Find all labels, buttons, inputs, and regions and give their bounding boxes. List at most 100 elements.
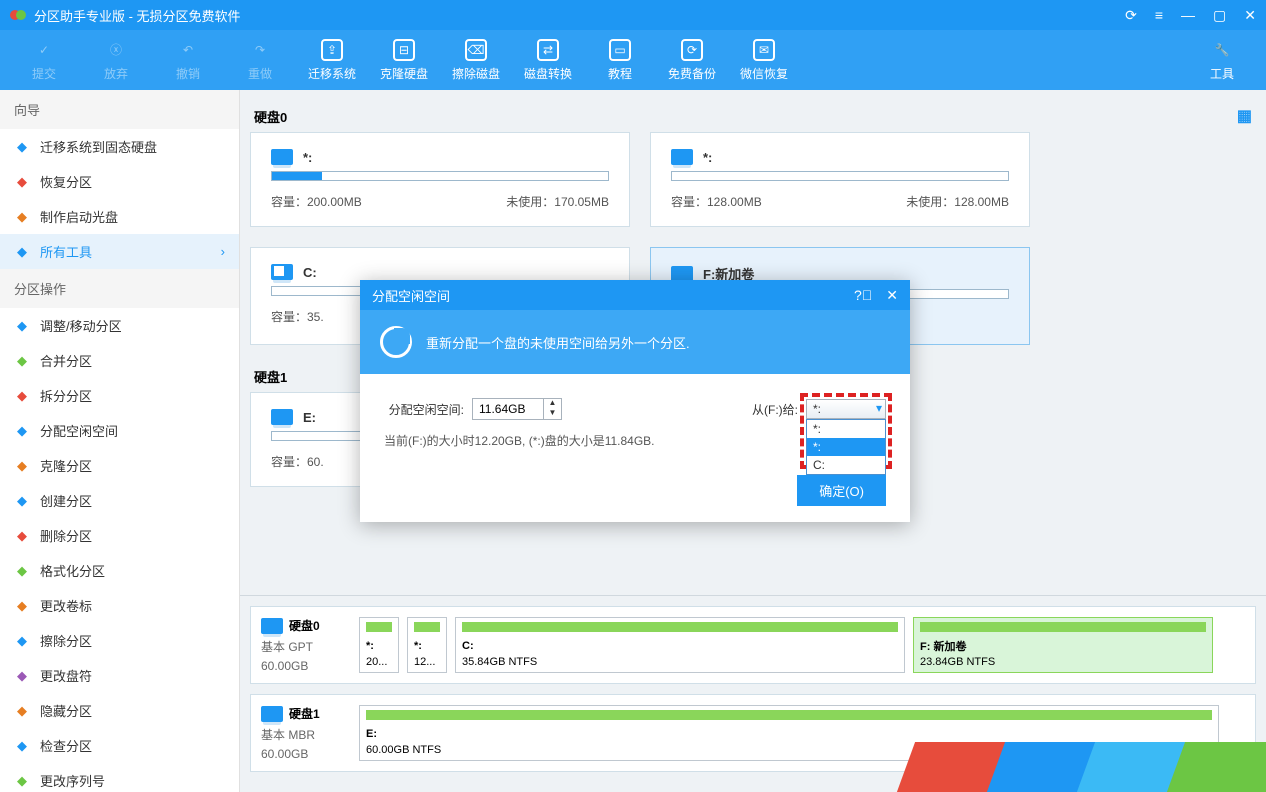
sidebar-item-恢复分区[interactable]: ◆恢复分区 [0,164,239,199]
disk-icon [271,264,293,280]
usage-bar [671,171,1009,181]
sidebar-item-更改盘符[interactable]: ◆更改盘符 [0,658,239,693]
toolbar-克隆硬盘[interactable]: ⊟克隆硬盘 [368,34,440,86]
partition-card-*:[interactable]: *:容量：128.00MB未使用：128.00MB [650,132,1030,227]
sidebar-icon: ◆ [14,528,30,544]
partition-card-*:[interactable]: *:容量：200.00MB未使用：170.05MB [250,132,630,227]
sidebar-item-所有工具[interactable]: ◆所有工具› [0,234,239,269]
menu-icon[interactable]: ≡ [1155,7,1163,24]
sidebar-item-检查分区[interactable]: ◆检查分区 [0,728,239,763]
target-partition-select[interactable]: *: *:*:C: [806,399,886,419]
toolbar-icon: ⇪ [321,39,343,61]
track-segment-*:[interactable]: *:12... [407,617,447,673]
toolbar-擦除磁盘[interactable]: ⌫擦除磁盘 [440,34,512,86]
sidebar-item-创建分区[interactable]: ◆创建分区 [0,483,239,518]
app-logo-icon [10,7,26,23]
sidebar-icon: ◆ [14,174,30,190]
allocate-size-label: 分配空闲空间: [384,401,464,418]
dialog-close-icon[interactable]: ✕ [886,287,898,304]
target-partition-options: *:*:C: [806,419,886,475]
disk0-header: 硬盘0 ▦ [250,100,1256,132]
toolbar-提交: ✓提交 [8,34,80,86]
sidebar-item-分配空闲空间[interactable]: ◆分配空闲空间 [0,413,239,448]
sidebar-item-调整/移动分区[interactable]: ◆调整/移动分区 [0,308,239,343]
disk-icon [271,409,293,425]
toolbar-免费备份[interactable]: ⟳免费备份 [656,34,728,86]
dialog-help-icon[interactable]: ?⃝ [854,287,872,304]
pie-chart-icon [380,326,412,358]
sidebar-item-迁移系统到固态硬盘[interactable]: ◆迁移系统到固态硬盘 [0,129,239,164]
sidebar-icon: ◆ [14,493,30,509]
sidebar-icon: ◆ [14,353,30,369]
toolbar-icon: ▭ [609,39,631,61]
sidebar-item-擦除分区[interactable]: ◆擦除分区 [0,623,239,658]
toolbar-tools[interactable]: 🔧工具 [1186,34,1258,86]
minimize-icon[interactable]: — [1181,7,1195,24]
toolbar-迁移系统[interactable]: ⇪迁移系统 [296,34,368,86]
sidebar-icon: ◆ [14,318,30,334]
disk-icon [261,618,283,634]
corner-decoration [906,742,1266,792]
sidebar-item-隐藏分区[interactable]: ◆隐藏分区 [0,693,239,728]
sidebar-group-wizard: 向导 [0,90,239,129]
sidebar-icon: ◆ [14,458,30,474]
disk-icon [261,706,283,722]
toolbar-icon: ⇄ [537,39,559,61]
sidebar-icon: ◆ [14,668,30,684]
sidebar-item-格式化分区[interactable]: ◆格式化分区 [0,553,239,588]
option-C:[interactable]: C: [807,456,885,474]
sidebar-icon: ◆ [14,738,30,754]
sidebar-item-删除分区[interactable]: ◆删除分区 [0,518,239,553]
refresh-icon[interactable]: ⟳ [1125,7,1137,24]
toolbar-微信恢复[interactable]: ✉微信恢复 [728,34,800,86]
disk-track-硬盘0: 硬盘0基本 GPT60.00GB*:20...*:12...C:35.84GB … [250,606,1256,684]
disk-icon [271,149,293,165]
toolbar-icon: ↷ [249,39,271,61]
chevron-right-icon: › [221,244,225,259]
toolbar-icon: ⟳ [681,39,703,61]
allocate-free-space-dialog: 分配空闲空间 ?⃝ ✕ 重新分配一个盘的未使用空间给另外一个分区. 分配空闲空间… [360,280,910,522]
sidebar-icon: ◆ [14,703,30,719]
wrench-icon: 🔧 [1211,39,1233,61]
toolbar-icon: ✓ [33,39,55,61]
usage-bar [271,171,609,181]
option-*:[interactable]: *: [807,438,885,456]
sidebar-item-更改卷标[interactable]: ◆更改卷标 [0,588,239,623]
dialog-title: 分配空闲空间 [372,286,450,305]
track-segment-C:[interactable]: C:35.84GB NTFS [455,617,905,673]
window-title: 分区助手专业版 - 无损分区免费软件 [34,6,241,25]
toolbar-icon: ✉ [753,39,775,61]
sidebar-item-更改序列号[interactable]: ◆更改序列号 [0,763,239,792]
toolbar-重做: ↷重做 [224,34,296,86]
sidebar-icon: ◆ [14,423,30,439]
toolbar-磁盘转换[interactable]: ⇄磁盘转换 [512,34,584,86]
sidebar-icon: ◆ [14,598,30,614]
sidebar-icon: ◆ [14,244,30,260]
track-segment-F: 新加卷[interactable]: F: 新加卷23.84GB NTFS [913,617,1213,673]
sidebar-icon: ◆ [14,633,30,649]
ok-button[interactable]: 确定(O) [797,475,886,506]
toolbar: ✓提交ⓧ放弃↶撤销↷重做⇪迁移系统⊟克隆硬盘⌫擦除磁盘⇄磁盘转换▭教程⟳免费备份… [0,30,1266,90]
titlebar: 分区助手专业版 - 无损分区免费软件 ⟳ ≡ — ▢ ✕ [0,0,1266,30]
dialog-banner: 重新分配一个盘的未使用空间给另外一个分区. [360,310,910,374]
sidebar-icon: ◆ [14,563,30,579]
sidebar-item-克隆分区[interactable]: ◆克隆分区 [0,448,239,483]
target-partition-label: 从(F:)给: [718,401,798,418]
toolbar-撤销: ↶撤销 [152,34,224,86]
view-mode-icon[interactable]: ▦ [1237,106,1252,126]
sidebar-icon: ◆ [14,773,30,789]
sidebar-item-拆分分区[interactable]: ◆拆分分区 [0,378,239,413]
maximize-icon[interactable]: ▢ [1213,7,1226,24]
option-*:[interactable]: *: [807,420,885,438]
allocate-size-input[interactable]: ▲▼ [472,398,562,420]
spin-down-icon[interactable]: ▼ [544,409,561,419]
track-segment-*:[interactable]: *:20... [359,617,399,673]
toolbar-icon: ⌫ [465,39,487,61]
sidebar-item-合并分区[interactable]: ◆合并分区 [0,343,239,378]
sidebar-item-制作启动光盘[interactable]: ◆制作启动光盘 [0,199,239,234]
sidebar-icon: ◆ [14,139,30,155]
sidebar-icon: ◆ [14,209,30,225]
close-icon[interactable]: ✕ [1244,7,1256,24]
toolbar-icon: ⊟ [393,39,415,61]
toolbar-教程[interactable]: ▭教程 [584,34,656,86]
